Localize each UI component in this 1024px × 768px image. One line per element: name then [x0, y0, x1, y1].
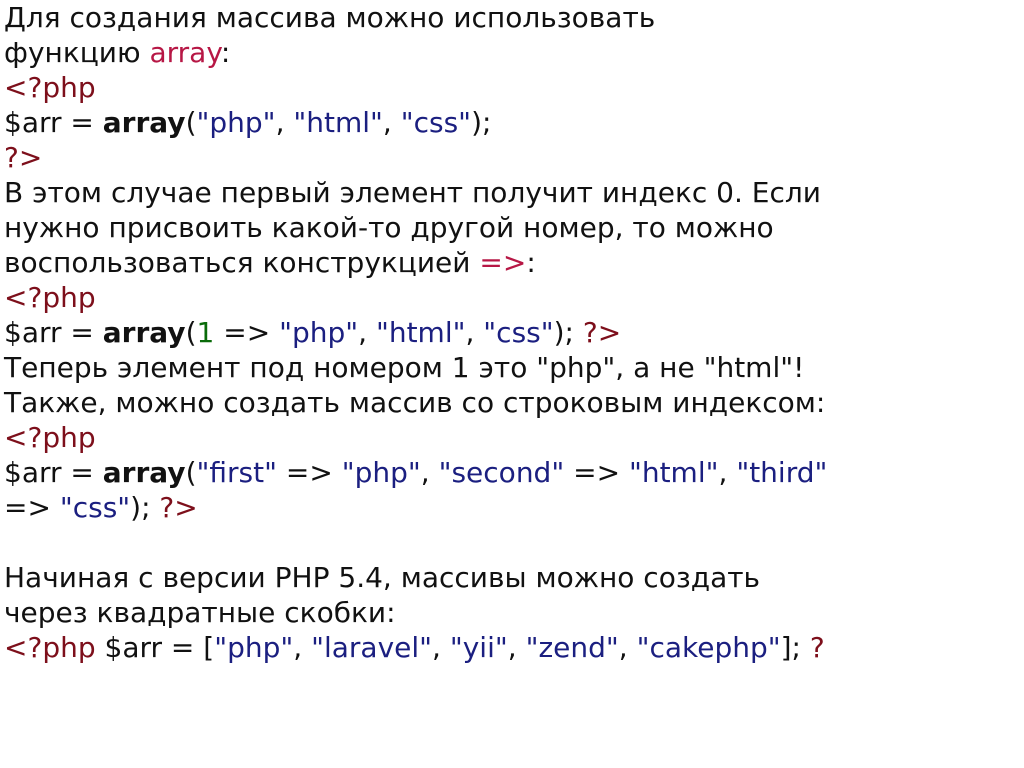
code-line: $arr = array("first" => "php", "second" …: [4, 455, 1020, 490]
string: "php": [214, 631, 293, 664]
string: "html": [629, 456, 719, 489]
code: ,: [293, 631, 311, 664]
text: :: [221, 36, 230, 69]
string: "second": [439, 456, 565, 489]
code: );: [130, 491, 159, 524]
keyword-array: array: [103, 106, 186, 139]
php-close-tag: ?>: [583, 316, 621, 349]
php-open-tag: <?php: [4, 70, 1020, 105]
document-body: Для создания массива можно использовать …: [0, 0, 1024, 665]
string: "php": [197, 106, 276, 139]
string: "first": [197, 456, 277, 489]
code: $arr =: [4, 316, 103, 349]
string: "html": [376, 316, 466, 349]
code: ,: [465, 316, 483, 349]
text-line: В этом случае первый элемент получит инд…: [4, 175, 1020, 210]
string: "css": [483, 316, 553, 349]
code: );: [554, 316, 583, 349]
keyword-array: array: [103, 456, 186, 489]
code-line: $arr = array(1 => "php", "html", "css");…: [4, 315, 1020, 350]
text-line: нужно присвоить какой-то другой номер, т…: [4, 210, 1020, 245]
string: "laravel": [311, 631, 432, 664]
string: "php": [279, 316, 358, 349]
php-open-tag: <?php: [4, 280, 1020, 315]
code: ,: [276, 106, 294, 139]
code: (: [186, 106, 197, 139]
text-line: Начиная с версии PHP 5.4, массивы можно …: [4, 560, 1020, 595]
text-line: воспользоваться конструкцией =>:: [4, 245, 1020, 280]
code: ,: [421, 456, 439, 489]
string: "css": [60, 491, 130, 524]
code: (: [186, 316, 197, 349]
code-line: <?php $arr = ["php", "laravel", "yii", "…: [4, 630, 1020, 665]
code: $arr =: [4, 106, 103, 139]
php-close-tag: ?>: [4, 140, 1020, 175]
arrow-operator: =>: [479, 246, 526, 279]
code-line: $arr = array("php", "html", "css");: [4, 105, 1020, 140]
code: =>: [4, 491, 60, 524]
code: $arr = [: [96, 631, 215, 664]
code: $arr =: [4, 456, 103, 489]
php-close-tag: ?>: [159, 491, 197, 524]
text-line: функцию array:: [4, 35, 1020, 70]
code: (: [186, 456, 197, 489]
code: =>: [277, 456, 342, 489]
string: "yii": [450, 631, 508, 664]
text: воспользоваться конструкцией: [4, 246, 479, 279]
php-close-tag: ?: [810, 631, 825, 664]
text-line: Теперь элемент под номером 1 это "php", …: [4, 350, 1020, 385]
string: "css": [401, 106, 471, 139]
code: ,: [719, 456, 737, 489]
string: "php": [342, 456, 421, 489]
code: ];: [781, 631, 810, 664]
string: "zend": [526, 631, 619, 664]
text-line: Также, можно создать массив со строковым…: [4, 385, 1020, 420]
code: ,: [383, 106, 401, 139]
keyword-array: array: [103, 316, 186, 349]
code: ,: [619, 631, 637, 664]
code: );: [471, 106, 491, 139]
text: функцию: [4, 36, 149, 69]
string: "third": [736, 456, 827, 489]
blank-line: [4, 525, 1020, 560]
string: "html": [293, 106, 383, 139]
text: :: [526, 246, 535, 279]
code: =>: [214, 316, 279, 349]
keyword-array: array: [149, 36, 220, 69]
php-open-tag: <?php: [4, 631, 96, 664]
code: ,: [432, 631, 450, 664]
text-line: Для создания массива можно использовать: [4, 0, 1020, 35]
number: 1: [197, 316, 215, 349]
php-open-tag: <?php: [4, 420, 1020, 455]
text-line: через квадратные скобки:: [4, 595, 1020, 630]
code: =>: [564, 456, 629, 489]
code-line: => "css"); ?>: [4, 490, 1020, 525]
string: "cakephp": [637, 631, 781, 664]
code: ,: [358, 316, 376, 349]
code: ,: [508, 631, 526, 664]
